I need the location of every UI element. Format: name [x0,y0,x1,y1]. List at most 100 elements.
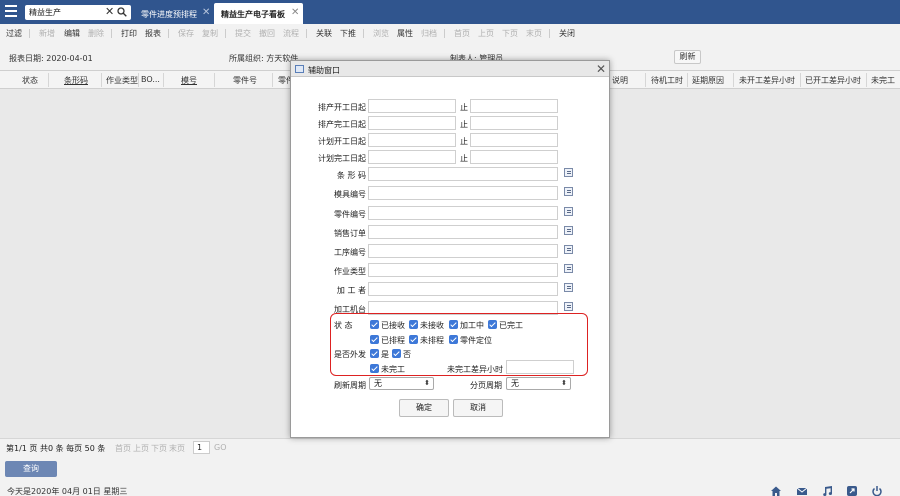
schedule-finish-from-input[interactable] [368,116,456,130]
list-picker-icon[interactable] [564,245,573,254]
pager-prev[interactable]: 上页 [133,443,149,454]
column-header[interactable]: 条形码 [64,75,88,86]
schedule-finish-to-input[interactable] [470,116,558,130]
divider [101,73,102,87]
checkbox-part-positioning[interactable] [449,335,458,344]
pager-first[interactable]: 首页 [115,443,131,454]
list-picker-icon[interactable] [564,207,573,216]
column-header[interactable]: 未开工差异小时 [739,75,795,86]
new-button[interactable]: 新增 [39,28,55,39]
process-number-input[interactable] [368,244,558,258]
archive-button[interactable]: 归档 [421,28,437,39]
clear-icon[interactable]: ✕ [105,5,114,19]
page-number-input[interactable]: 1 [193,441,210,454]
divider [645,73,646,87]
tab-parts-schedule[interactable]: 零件进度预排程 ✕ [141,3,213,24]
checkbox-outsource-yes[interactable] [370,349,379,358]
barcode-input[interactable] [368,167,558,181]
field-label: 条 形 码 [336,171,366,180]
edit-button[interactable]: 编辑 [64,28,80,39]
part-number-input[interactable] [368,206,558,220]
plan-finish-to-input[interactable] [470,150,558,164]
list-picker-icon[interactable] [564,168,573,177]
submit-button[interactable]: 提交 [235,28,251,39]
first-page-button[interactable]: 首页 [454,28,470,39]
plan-start-from-input[interactable] [368,133,456,147]
copy-button[interactable]: 复制 [202,28,218,39]
unfinished-diff-hours-input[interactable] [506,360,574,374]
column-header[interactable]: 模号 [181,75,197,86]
push-down-button[interactable]: 下推 [340,28,356,39]
pager-next[interactable]: 下页 [151,443,167,454]
checkbox-label: 已完工 [499,321,523,330]
checkbox-received[interactable] [370,320,379,329]
plan-finish-from-input[interactable] [368,150,456,164]
filter-button[interactable]: 过滤 [6,28,22,39]
column-header[interactable]: 未完工 [871,75,895,86]
report-button[interactable]: 报表 [145,28,161,39]
withdraw-button[interactable]: 撤回 [259,28,275,39]
column-header[interactable]: 说明 [612,75,628,86]
checkbox-unfinished[interactable] [370,364,379,373]
refresh-button[interactable]: 刷新 [674,50,701,64]
close-button[interactable]: 关闭 [559,28,575,39]
checkbox-not-received[interactable] [409,320,418,329]
process-button[interactable]: 流程 [283,28,299,39]
properties-button[interactable]: 属性 [397,28,413,39]
next-page-button[interactable]: 下页 [502,28,518,39]
close-tab-icon[interactable]: ✕ [202,7,210,18]
search-box[interactable]: ✕ [25,5,131,20]
cancel-button[interactable]: 取消 [453,399,503,417]
refresh-period-select[interactable]: 无 ⬍ [369,377,434,390]
checkbox-processing[interactable] [449,320,458,329]
job-type-input[interactable] [368,263,558,277]
last-page-button[interactable]: 末页 [526,28,542,39]
pager-last[interactable]: 末页 [169,443,185,454]
save-button[interactable]: 保存 [178,28,194,39]
column-header[interactable]: 已开工差异小时 [805,75,861,86]
link-button[interactable]: 关联 [316,28,332,39]
schedule-start-to-input[interactable] [470,99,558,113]
operator-input[interactable] [368,282,558,296]
dialog-close-icon[interactable]: ✕ [596,62,606,76]
column-header[interactable]: 零件号 [233,75,257,86]
column-header[interactable]: 作业类型 [106,75,138,86]
column-header[interactable]: 延期原因 [692,75,724,86]
browse-button[interactable]: 浏览 [373,28,389,39]
search-input[interactable] [29,6,99,18]
music-icon[interactable] [821,485,833,496]
checkbox-scheduled[interactable] [370,335,379,344]
mail-icon[interactable] [796,485,808,496]
list-picker-icon[interactable] [564,187,573,196]
checkbox-outsource-no[interactable] [392,349,401,358]
list-picker-icon[interactable] [564,226,573,235]
pager-go-button[interactable]: GO [214,443,227,452]
list-picker-icon[interactable] [564,302,573,311]
tab-lean-board[interactable]: 精益生产电子看板 ✕ [214,3,303,24]
ok-button[interactable]: 确定 [399,399,449,417]
checkbox-completed[interactable] [488,320,497,329]
prev-page-button[interactable]: 上页 [478,28,494,39]
checkbox-unscheduled[interactable] [409,335,418,344]
hamburger-menu-icon[interactable] [5,5,17,17]
column-header[interactable]: 状态 [22,75,38,86]
query-button[interactable]: 查询 [5,461,57,477]
pager-summary: 第1/1 页 共0 条 每页 50 条 [6,444,106,453]
list-picker-icon[interactable] [564,283,573,292]
search-icon[interactable] [117,7,127,17]
home-icon[interactable] [770,485,782,496]
page-period-select[interactable]: 无 ⬍ [506,377,571,390]
list-picker-icon[interactable] [564,264,573,273]
sales-order-input[interactable] [368,225,558,239]
column-header[interactable]: BO... [141,75,160,84]
power-icon[interactable] [871,485,883,496]
column-header[interactable]: 待机工时 [651,75,683,86]
mold-number-input[interactable] [368,186,558,200]
close-tab-icon[interactable]: ✕ [291,7,299,18]
plan-start-to-input[interactable] [470,133,558,147]
checkbox-label: 加工中 [460,321,484,330]
delete-button[interactable]: 删除 [88,28,104,39]
print-button[interactable]: 打印 [121,28,137,39]
share-icon[interactable] [846,485,858,496]
schedule-start-from-input[interactable] [368,99,456,113]
